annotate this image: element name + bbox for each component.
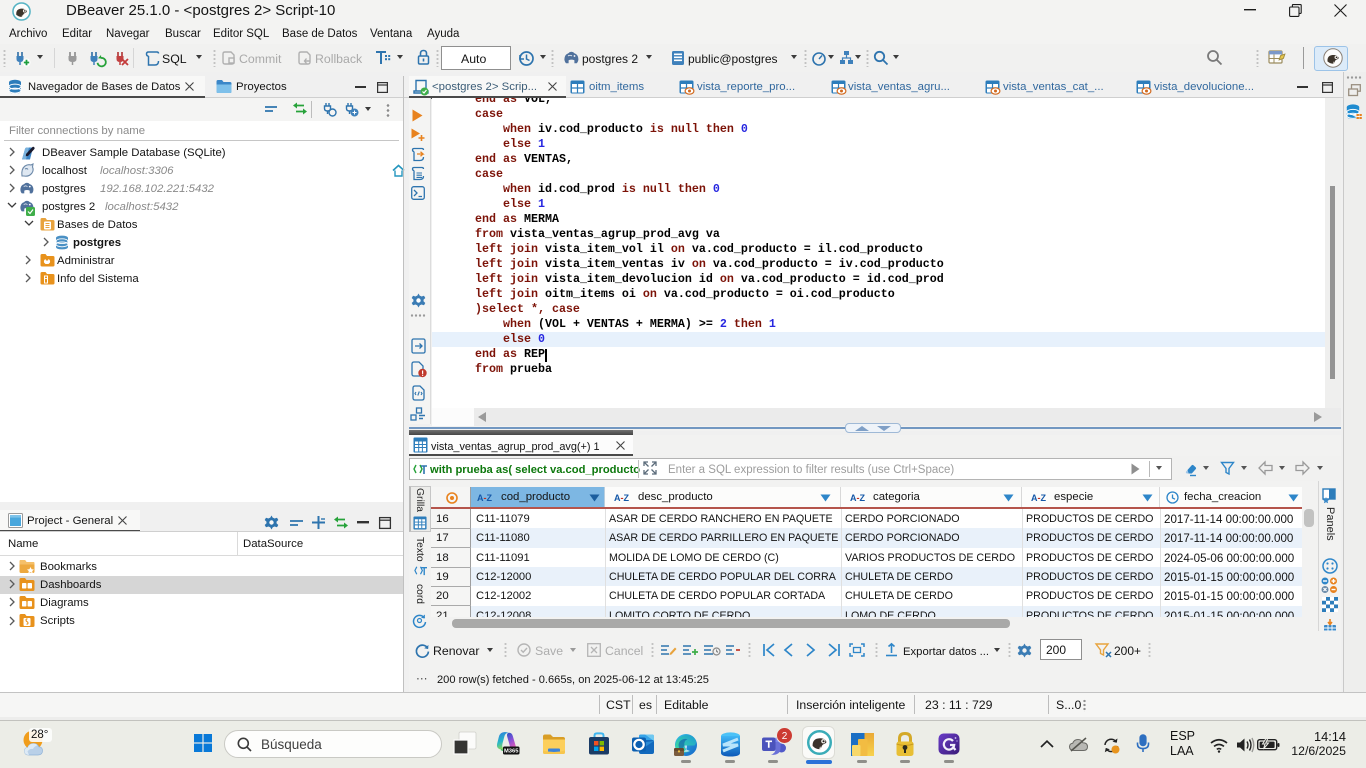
svg-text:M365: M365: [504, 749, 519, 755]
svg-text:2: 2: [782, 731, 788, 742]
